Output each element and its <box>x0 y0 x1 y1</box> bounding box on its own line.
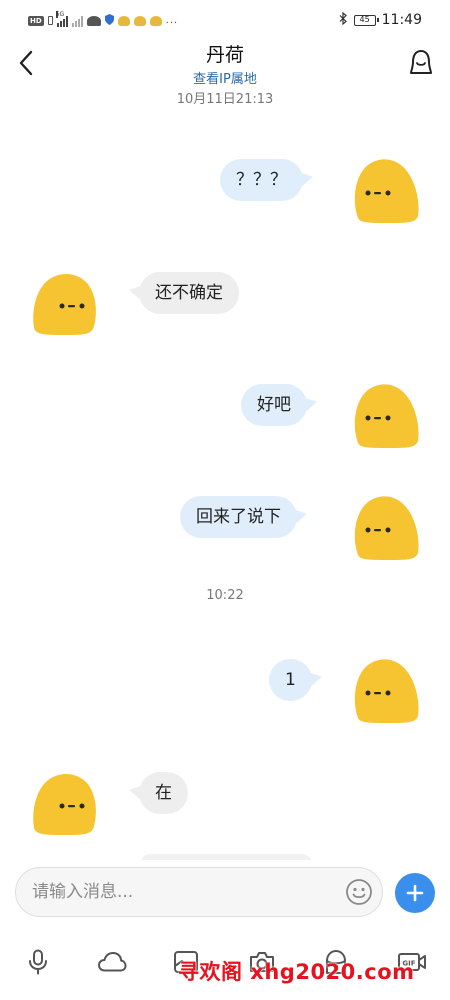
profile-icon <box>410 50 432 74</box>
voice-button[interactable] <box>22 946 54 978</box>
more-notifications: ... <box>165 15 179 26</box>
chat-header: 丹荷 查看IP属地 <box>0 40 450 90</box>
page-title: 丹荷 <box>205 44 244 66</box>
bubble-tail <box>299 169 315 187</box>
contact-avatar[interactable] <box>28 768 100 836</box>
my-avatar[interactable] <box>350 156 422 224</box>
cloud-icon <box>98 952 127 972</box>
message-text: 回来了说下 <box>196 507 281 527</box>
contact-avatar[interactable] <box>28 268 100 336</box>
message-text: ？？？ <box>236 170 287 190</box>
bluetooth-icon <box>339 11 348 28</box>
sim-icon <box>47 16 53 25</box>
view-ip-location-link[interactable]: 查看IP属地 <box>0 68 450 87</box>
signal-off-icon <box>71 15 83 27</box>
outgoing-message[interactable]: 回来了说下 <box>180 496 309 538</box>
emoji-button[interactable] <box>345 878 373 906</box>
my-avatar[interactable] <box>350 381 422 449</box>
message-timestamp: 10:22 <box>206 588 244 603</box>
hd-icon: HD <box>28 15 44 26</box>
my-avatar[interactable] <box>350 493 422 561</box>
bubble-tail <box>293 506 309 524</box>
message-text: 在 <box>155 783 172 803</box>
outgoing-message[interactable]: 1 <box>269 659 324 701</box>
app-icon <box>149 15 162 26</box>
bubble-tail <box>308 669 324 687</box>
app-icon <box>133 15 146 26</box>
profile-button[interactable] <box>406 46 436 78</box>
message-text: 还不确定 <box>155 283 223 303</box>
status-system: 45 11:49 <box>339 11 422 28</box>
message-input[interactable] <box>15 867 383 917</box>
app-icon <box>117 15 130 26</box>
bubble-tail <box>303 394 319 412</box>
shield-icon <box>104 14 114 27</box>
message-text: 好吧 <box>257 395 291 415</box>
input-bar <box>0 860 450 926</box>
microphone-icon <box>29 949 47 975</box>
add-button[interactable] <box>395 873 435 913</box>
bubble-tail <box>127 782 143 800</box>
status-indicators: HD 5G ... <box>28 10 179 27</box>
incoming-message[interactable]: 在 <box>127 772 188 814</box>
message-text: 1 <box>285 670 296 690</box>
outgoing-message[interactable]: 好吧 <box>241 384 319 426</box>
message-list[interactable]: 10月11日21:13 ？？？ 还不确定 好吧 回来了说下 10:22 1 在 <box>0 90 450 860</box>
incoming-message[interactable]: 还不确定 <box>127 272 239 314</box>
cloud-button[interactable] <box>96 946 128 978</box>
outgoing-message[interactable]: ？？？ <box>220 159 315 201</box>
clock: 11:49 <box>381 12 422 28</box>
android-icon <box>86 15 101 26</box>
plus-icon <box>406 884 424 902</box>
signal-icon: 5G <box>55 10 68 27</box>
status-bar: HD 5G ... 45 11:49 <box>0 0 450 40</box>
message-timestamp: 10月11日21:13 <box>176 92 274 107</box>
battery-icon: 45 <box>353 14 379 26</box>
emoji-icon <box>346 879 372 905</box>
watermark: 寻欢阁 xhg2020.com <box>178 960 415 984</box>
bubble-tail <box>127 282 143 300</box>
my-avatar[interactable] <box>350 656 422 724</box>
network-type-label: 5G <box>55 10 65 18</box>
